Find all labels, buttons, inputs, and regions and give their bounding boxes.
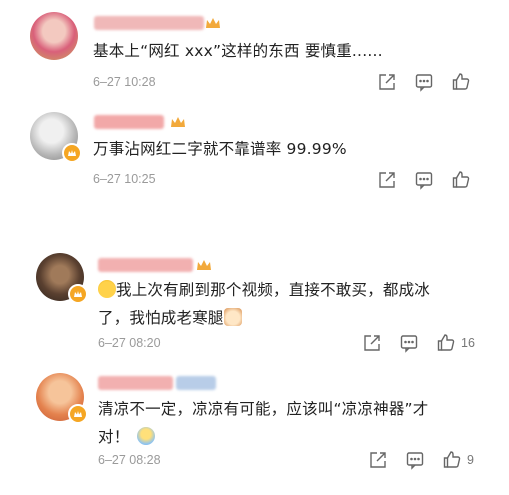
like-count: 16 xyxy=(461,336,475,350)
username[interactable]: ██████ xyxy=(98,376,173,390)
comment-item: ██████ 清凉不一定，凉凉有可能，应该叫“凉凉神器”才 对！ 6–27 08… xyxy=(0,365,509,495)
username[interactable]: ███ · ███ xyxy=(94,115,164,129)
share-icon[interactable] xyxy=(362,333,382,353)
username[interactable]: ███████ xyxy=(98,258,193,272)
comment-text-line: 了，我怕成老寒腿 xyxy=(98,309,224,327)
share-icon[interactable] xyxy=(377,170,397,190)
shrug-emoji-icon xyxy=(137,427,156,445)
comment-text-line: 我上次有刷到那个视频，直接不敢买，都成冰 xyxy=(116,281,431,299)
vip-level-badge xyxy=(176,376,216,390)
comment-item: ████████ 基本上“网红 xxx”这样的东西 要慎重...... 6–27… xyxy=(0,0,509,110)
comment-icon[interactable] xyxy=(414,170,434,190)
comment-item: ███ · ███ 万事沾网红二字就不靠谱率 99.99% 6–27 10:25 xyxy=(0,110,509,210)
timestamp: 6–27 10:25 xyxy=(93,172,156,186)
timestamp: 6–27 08:20 xyxy=(98,336,161,350)
cat-emoji-icon xyxy=(223,308,242,326)
like-count: 9 xyxy=(467,453,474,467)
like-icon[interactable] xyxy=(451,71,471,91)
comment-text-line: 对！ xyxy=(98,428,130,446)
like-icon[interactable] xyxy=(436,332,456,352)
comment-text: 万事沾网红二字就不靠谱率 99.99% xyxy=(93,140,347,158)
comment-text: 我上次有刷到那个视频，直接不敢买，都成冰 了，我怕成老寒腿 xyxy=(98,276,498,332)
comment-icon[interactable] xyxy=(405,450,425,470)
share-icon[interactable] xyxy=(368,450,388,470)
comment-icon[interactable] xyxy=(414,72,434,92)
vip-crown-icon xyxy=(206,18,220,28)
comment-text: 清凉不一定，凉凉有可能，应该叫“凉凉神器”才 对！ xyxy=(98,395,498,451)
username[interactable]: ████████ xyxy=(94,16,204,30)
avatar[interactable] xyxy=(30,12,78,60)
comment-text-line: 清凉不一定，凉凉有可能，应该叫“凉凉神器”才 xyxy=(98,400,429,418)
vip-crown-icon xyxy=(197,260,211,270)
verified-badge xyxy=(62,143,82,163)
comment-text: 基本上“网红 xxx”这样的东西 要慎重...... xyxy=(93,42,383,60)
vip-crown-icon xyxy=(171,117,185,127)
laughing-emoji-icon xyxy=(98,280,116,298)
like-icon[interactable] xyxy=(442,449,462,469)
like-icon[interactable] xyxy=(451,169,471,189)
timestamp: 6–27 08:28 xyxy=(98,453,161,467)
verified-badge xyxy=(68,404,88,424)
verified-badge xyxy=(68,284,88,304)
share-icon[interactable] xyxy=(377,72,397,92)
comment-icon[interactable] xyxy=(399,333,419,353)
timestamp: 6–27 10:28 xyxy=(93,75,156,89)
comment-item: ███████ 我上次有刷到那个视频，直接不敢买，都成冰 了，我怕成老寒腿 6–… xyxy=(0,245,509,360)
